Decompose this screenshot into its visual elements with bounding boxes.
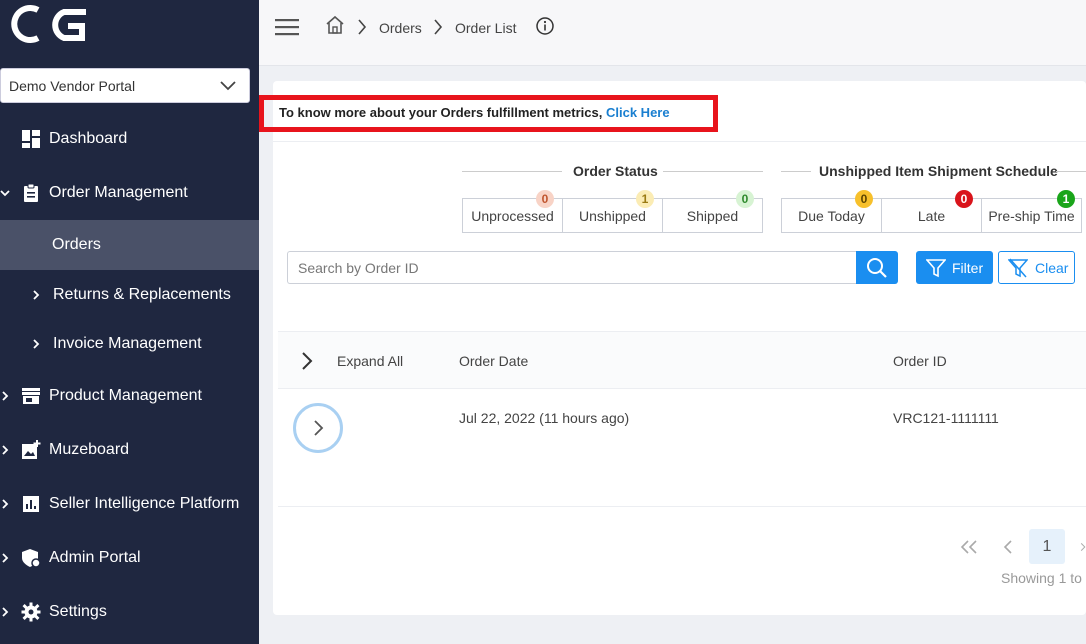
shipment-schedule-title: Unshipped Item Shipment Schedule	[819, 163, 1058, 179]
vendor-portal-select[interactable]: Demo Vendor Portal	[0, 68, 250, 103]
order-id-cell[interactable]: VRC121-1111111	[893, 410, 999, 426]
sidebar-item-label: Orders	[52, 236, 101, 253]
chevron-right-icon	[1080, 542, 1086, 551]
chevron-right-icon[interactable]	[300, 351, 314, 371]
order-date-header: Order Date	[459, 353, 529, 369]
sidebar-item-admin-portal[interactable]: Admin Portal	[0, 533, 259, 583]
admin-shield-icon	[22, 549, 41, 568]
chevron-down-icon	[0, 190, 10, 197]
clear-filter-button[interactable]: Clear	[998, 251, 1075, 284]
sidebar-item-label: Muzeboard	[49, 441, 130, 458]
chevron-right-icon	[33, 339, 40, 349]
sidebar-item-label: Dashboard	[49, 130, 128, 147]
clipboard-icon	[24, 183, 38, 202]
bar-chart-icon	[23, 496, 39, 512]
count-badge: 0	[736, 190, 754, 208]
count-badge: 0	[955, 190, 973, 208]
status-label: Unprocessed	[471, 207, 554, 224]
chevron-right-icon	[358, 19, 367, 35]
group-divider	[663, 171, 763, 172]
cg-logo	[11, 5, 86, 43]
dashboard-icon	[22, 130, 40, 148]
chevron-right-icon	[33, 290, 40, 300]
store-icon	[22, 388, 40, 404]
clear-filter-icon	[1008, 258, 1028, 277]
status-label: Pre-ship Time	[988, 207, 1075, 224]
filter-button[interactable]: Filter	[916, 251, 993, 284]
search-icon	[867, 257, 887, 278]
status-label: Due Today	[798, 207, 865, 224]
chevron-right-icon	[2, 553, 9, 563]
group-divider	[462, 171, 562, 172]
sidebar-item-product-management[interactable]: Product Management	[0, 371, 259, 421]
sidebar-item-label: Invoice Management	[53, 335, 202, 352]
group-divider	[781, 171, 811, 172]
page-number: 1	[1042, 537, 1052, 555]
expand-row-button[interactable]	[293, 403, 343, 453]
count-badge: 0	[536, 190, 554, 208]
next-page-button[interactable]	[1068, 529, 1086, 564]
double-chevron-left-icon	[960, 539, 977, 554]
status-label: Shipped	[686, 207, 739, 224]
showing-count: Showing 1 to 1	[1001, 570, 1086, 586]
fulfillment-metrics-notice: To know more about your Orders fulfillme…	[279, 105, 670, 120]
info-icon[interactable]	[535, 16, 555, 36]
chevron-right-icon	[2, 607, 9, 617]
order-date-cell: Jul 22, 2022 (11 hours ago)	[459, 410, 630, 426]
sidebar-item-dashboard[interactable]: Dashboard	[0, 114, 259, 164]
order-id-header: Order ID	[893, 353, 947, 369]
chevron-down-icon	[220, 81, 236, 91]
chevron-right-icon	[314, 420, 324, 436]
top-bar: Orders Order List	[259, 0, 1086, 66]
expand-all-header[interactable]: Expand All	[337, 353, 403, 369]
page-1-button[interactable]: 1	[1029, 529, 1065, 564]
status-label: Late	[917, 207, 946, 224]
chevron-left-icon	[1003, 539, 1012, 554]
count-badge: 1	[1057, 190, 1075, 208]
sidebar-item-orders[interactable]: Orders	[0, 220, 259, 270]
filter-icon	[926, 258, 946, 277]
table-row	[278, 389, 1086, 507]
sidebar-item-invoice-management[interactable]: Invoice Management	[0, 319, 259, 369]
status-label: Unshipped	[579, 207, 646, 224]
breadcrumb-order-list: Order List	[455, 20, 517, 36]
sidebar-item-muzeboard[interactable]: Muzeboard	[0, 425, 259, 475]
prev-page-button[interactable]	[990, 529, 1026, 564]
sidebar-item-settings[interactable]: Settings	[0, 587, 259, 637]
hamburger-menu-icon[interactable]	[275, 17, 299, 37]
divider	[273, 141, 1086, 142]
count-badge: 1	[636, 190, 654, 208]
click-here-link[interactable]: Click Here	[606, 105, 670, 120]
group-divider	[1056, 171, 1086, 172]
home-icon[interactable]	[325, 15, 345, 35]
showing-count-wrapper: Showing 1 to 1	[1001, 570, 1086, 590]
search-button[interactable]	[856, 251, 898, 284]
search-order-id-input[interactable]	[287, 251, 857, 284]
sidebar-item-order-management[interactable]: Order Management	[0, 168, 259, 218]
breadcrumb-orders[interactable]: Orders	[379, 20, 422, 36]
sidebar-item-label: Product Management	[49, 387, 202, 404]
sidebar-item-seller-intelligence-platform[interactable]: Seller Intelligence Platform	[0, 479, 259, 529]
sidebar-item-label: Returns & Replacements	[53, 286, 231, 303]
chevron-right-icon	[2, 391, 9, 401]
chevron-right-icon	[2, 499, 9, 509]
sidebar-item-returns-replacements[interactable]: Returns & Replacements	[0, 270, 259, 320]
vendor-portal-select-value: Demo Vendor Portal	[9, 77, 136, 94]
notice-text: To know more about your Orders fulfillme…	[279, 105, 603, 120]
sidebar-item-label: Order Management	[49, 184, 188, 201]
order-status-title: Order Status	[573, 163, 658, 179]
sidebar-item-label: Seller Intelligence Platform	[49, 495, 240, 512]
chevron-right-icon	[2, 445, 9, 455]
sidebar: Demo Vendor Portal Dashboard Order Manag…	[0, 0, 259, 644]
chevron-right-icon	[434, 19, 443, 35]
gear-icon	[21, 602, 41, 622]
add-image-icon	[22, 440, 41, 459]
count-badge: 0	[855, 190, 873, 208]
first-page-button[interactable]	[951, 529, 987, 564]
sidebar-item-label: Admin Portal	[49, 549, 141, 566]
filter-button-label: Filter	[952, 259, 984, 276]
sidebar-item-label: Settings	[49, 603, 107, 620]
clear-button-label: Clear	[1035, 259, 1069, 276]
